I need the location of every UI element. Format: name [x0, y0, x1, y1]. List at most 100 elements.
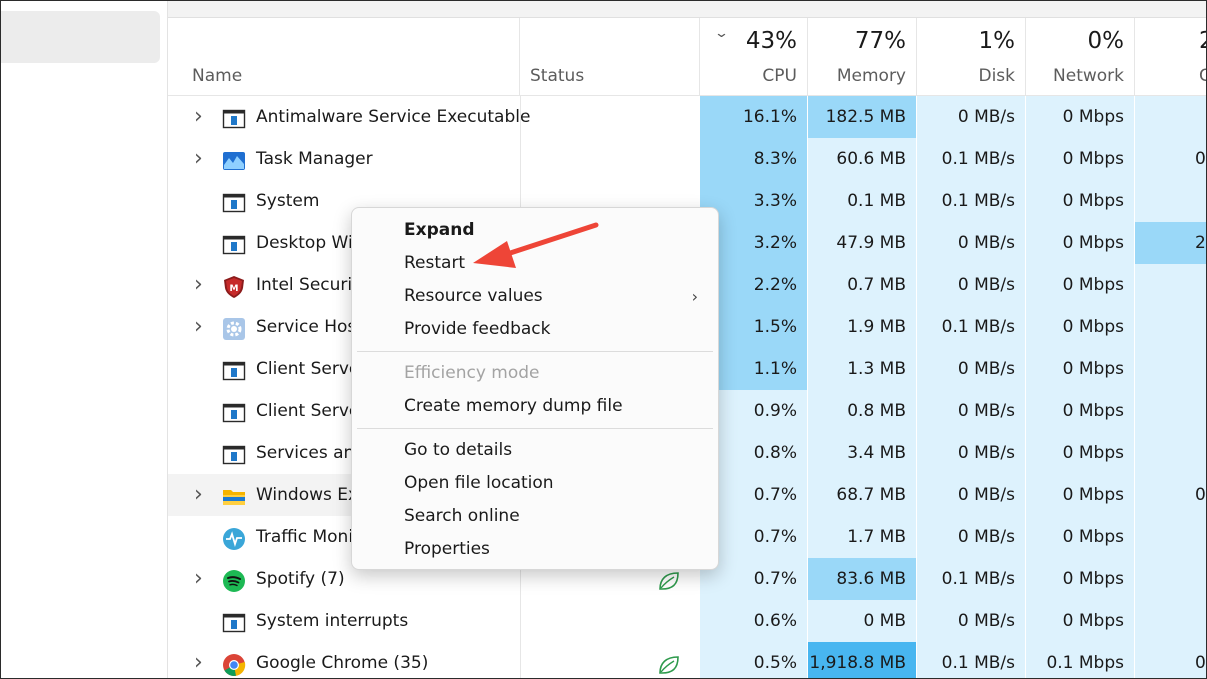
- process-disk-cell: 0 MB/s: [917, 390, 1026, 432]
- window-app-icon: [222, 399, 246, 423]
- process-memory-cell: 182.5 MB: [808, 96, 917, 138]
- process-memory-cell: 60.6 MB: [808, 138, 917, 180]
- window-app-icon: [222, 609, 246, 633]
- svg-text:M: M: [230, 284, 239, 294]
- process-cpu-cell: 8.3%: [700, 138, 808, 180]
- network-total-percent: 0%: [1087, 28, 1125, 54]
- chevron-right-icon[interactable]: ›: [194, 264, 203, 306]
- menu-separator: [357, 428, 713, 429]
- process-gpu-cell: 0.: [1135, 642, 1206, 678]
- chrome-icon: [222, 651, 246, 676]
- menu-item-go-to-details[interactable]: Go to details: [352, 434, 718, 467]
- process-network-cell: 0 Mbps: [1026, 306, 1135, 348]
- efficiency-leaf-icon: [656, 651, 682, 675]
- process-cpu-cell: 0.5%: [700, 642, 808, 678]
- table-row[interactable]: System interrupts 0.6% 0 MB 0 MB/s 0 Mbps: [168, 600, 1206, 642]
- process-memory-cell: 1.9 MB: [808, 306, 917, 348]
- menu-item-provide-feedback[interactable]: Provide feedback: [352, 313, 718, 346]
- chevron-right-icon[interactable]: ›: [194, 642, 203, 678]
- window-app-icon: [222, 441, 246, 465]
- context-menu: Expand Restart Resource values › Provide…: [351, 207, 719, 570]
- process-name: Antimalware Service Executable: [256, 107, 531, 127]
- process-status-cell: [520, 138, 700, 180]
- process-memory-cell: 1,918.8 MB: [808, 642, 917, 678]
- window-app-icon: [222, 231, 246, 255]
- table-row[interactable]: › Antimalware Service Executable 16.1% 182.…: [168, 96, 1206, 138]
- process-memory-cell: 1.7 MB: [808, 516, 917, 558]
- mcafee-shield-icon: M: [222, 273, 246, 298]
- chevron-right-icon[interactable]: ›: [194, 306, 203, 348]
- process-gpu-cell: 2.: [1135, 222, 1206, 264]
- memory-total-percent: 77%: [854, 28, 906, 54]
- process-gpu-cell: [1135, 600, 1206, 642]
- menu-item-resource-values-label: Resource values: [404, 286, 543, 306]
- panel-top-bar: [168, 1, 1206, 18]
- column-header-name-label: Name: [192, 66, 243, 86]
- column-header-disk[interactable]: 1% Disk: [917, 18, 1026, 96]
- process-gpu-cell: 0.: [1135, 138, 1206, 180]
- sidebar-item-processes[interactable]: [1, 11, 160, 63]
- column-header-cpu[interactable]: ⌄ 43% CPU: [700, 18, 808, 96]
- process-disk-cell: 0 MB/s: [917, 264, 1026, 306]
- process-network-cell: 0 Mbps: [1026, 474, 1135, 516]
- window-app-icon: [222, 357, 246, 381]
- process-name-cell: › Antimalware Service Executable: [168, 96, 530, 138]
- menu-item-restart[interactable]: Restart: [352, 247, 718, 280]
- process-name: System: [256, 191, 320, 211]
- process-gpu-cell: [1135, 348, 1206, 390]
- menu-item-resource-values[interactable]: Resource values ›: [352, 280, 718, 313]
- process-network-cell: 0 Mbps: [1026, 222, 1135, 264]
- table-row[interactable]: › Task Manager 8.3%60.6 MB0.1 MB/s0 Mbps0.: [168, 138, 1206, 180]
- process-cpu-cell: 0.6%: [700, 600, 808, 642]
- process-gpu-cell: [1135, 516, 1206, 558]
- table-row[interactable]: › Google Chrome (35) 0.5% 1,918.8 MB 0.1 MB/…: [168, 642, 1206, 678]
- process-network-cell: 0 Mbps: [1026, 432, 1135, 474]
- chevron-right-icon[interactable]: ›: [194, 138, 203, 180]
- menu-item-open-file-location[interactable]: Open file location: [352, 467, 718, 500]
- process-gpu-cell: [1135, 432, 1206, 474]
- menu-separator: [357, 351, 713, 352]
- chevron-right-icon[interactable]: ›: [194, 474, 203, 516]
- process-network-cell: 0 Mbps: [1026, 138, 1135, 180]
- task-manager-icon: [222, 147, 246, 171]
- process-name: System interrupts: [256, 611, 409, 631]
- process-disk-cell: 0 MB/s: [917, 96, 1026, 138]
- cpu-total-percent: 43%: [745, 28, 797, 54]
- process-network-cell: 0 Mbps: [1026, 558, 1135, 600]
- process-gpu-cell: [1135, 264, 1206, 306]
- gear-icon: [222, 315, 246, 340]
- process-gpu-cell: [1135, 96, 1206, 138]
- menu-item-expand[interactable]: Expand: [352, 214, 718, 247]
- process-network-cell: 0 Mbps: [1026, 348, 1135, 390]
- process-disk-cell: 0.1 MB/s: [917, 642, 1026, 678]
- process-network-cell: 0.1 Mbps: [1026, 642, 1135, 678]
- menu-item-search-online[interactable]: Search online: [352, 500, 718, 533]
- process-name: Client Server: [256, 401, 367, 421]
- column-header-gpu[interactable]: 2 G: [1135, 18, 1206, 96]
- column-header-network[interactable]: 0% Network: [1026, 18, 1135, 96]
- menu-item-properties[interactable]: Properties: [352, 533, 718, 566]
- process-cpu-cell: 16.1%: [700, 96, 808, 138]
- column-header-status[interactable]: Status: [520, 18, 700, 96]
- process-name: Spotify (7): [256, 569, 345, 589]
- process-disk-cell: 0 MB/s: [917, 222, 1026, 264]
- process-name: Google Chrome (35): [256, 653, 429, 673]
- column-header-cpu-label: CPU: [762, 66, 797, 86]
- menu-item-create-dump[interactable]: Create memory dump file: [352, 390, 718, 423]
- sidebar: [1, 1, 167, 678]
- process-memory-cell: 83.6 MB: [808, 558, 917, 600]
- chevron-right-icon[interactable]: ›: [194, 96, 203, 138]
- process-network-cell: 0 Mbps: [1026, 600, 1135, 642]
- process-disk-cell: 0 MB/s: [917, 348, 1026, 390]
- process-name: Traffic Monit: [256, 527, 360, 547]
- process-disk-cell: 0.1 MB/s: [917, 306, 1026, 348]
- process-name-cell: › Google Chrome (35): [168, 642, 520, 678]
- process-network-cell: 0 Mbps: [1026, 264, 1135, 306]
- process-name: Windows Ex: [256, 485, 359, 505]
- column-header-network-label: Network: [1053, 66, 1124, 86]
- process-disk-cell: 0.1 MB/s: [917, 558, 1026, 600]
- process-disk-cell: 0.1 MB/s: [917, 138, 1026, 180]
- chevron-right-icon[interactable]: ›: [194, 558, 203, 600]
- column-header-name[interactable]: Name: [168, 18, 520, 96]
- column-header-memory[interactable]: 77% Memory: [808, 18, 917, 96]
